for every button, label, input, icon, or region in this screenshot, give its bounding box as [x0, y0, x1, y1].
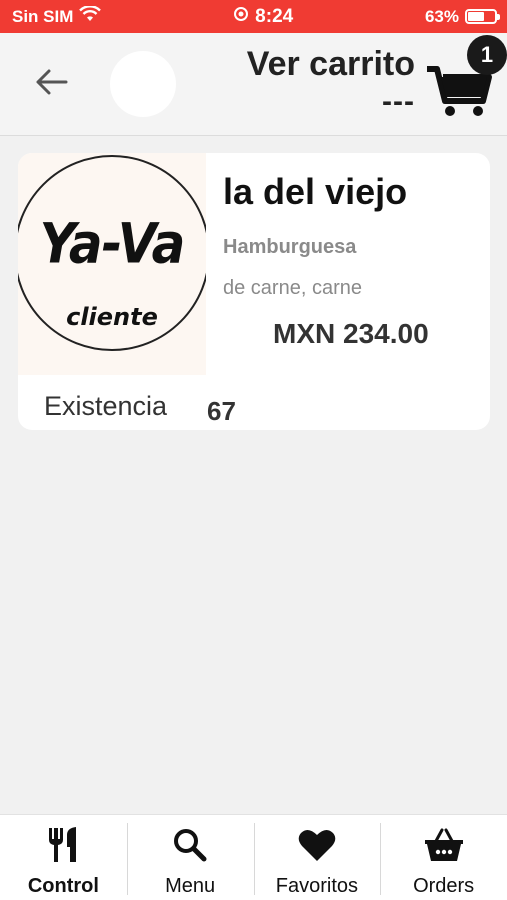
nav-item-orders[interactable]: Orders	[380, 815, 507, 900]
view-cart-title[interactable]: Ver carrito	[247, 45, 415, 84]
heart-icon	[297, 825, 337, 865]
carrier-label: Sin SIM	[12, 6, 74, 26]
cart-count-badge: 1	[467, 35, 507, 75]
utensils-icon	[43, 825, 83, 865]
status-bar: Sin SIM 8:24 63%	[0, 0, 507, 33]
search-icon	[170, 825, 210, 865]
back-button[interactable]	[30, 66, 72, 102]
product-card[interactable]: Ya-Va cliente la del viejo Hamburguesa d…	[18, 153, 490, 430]
app-header: Ver carrito --- 1	[0, 33, 507, 136]
product-description: de carne, carne	[223, 277, 362, 299]
battery-icon	[465, 9, 500, 24]
avatar	[110, 51, 176, 117]
orientation-lock-icon	[233, 6, 249, 28]
bottom-nav: Control Menu Favoritos Orders	[0, 814, 507, 900]
logo-main-text: Ya-Va	[39, 212, 186, 276]
cart-total: ---	[382, 85, 415, 118]
nav-label-orders: Orders	[413, 875, 475, 897]
nav-item-menu[interactable]: Menu	[126, 815, 254, 900]
arrow-left-icon	[34, 67, 68, 102]
product-category: Hamburguesa	[223, 236, 357, 258]
restaurant-logo: Ya-Va cliente	[18, 153, 206, 375]
logo-sub-text: cliente	[66, 303, 158, 331]
basket-icon	[424, 825, 464, 865]
nav-label-menu: Menu	[165, 875, 216, 897]
nav-label-favoritos: Favoritos	[275, 875, 358, 897]
product-price: MXN 234.00	[273, 318, 429, 349]
stock-value: 67	[207, 396, 236, 426]
nav-item-favoritos[interactable]: Favoritos	[253, 815, 381, 900]
nav-item-control[interactable]: Control	[0, 815, 127, 900]
clock-time: 8:24	[255, 5, 294, 27]
wifi-icon	[79, 5, 102, 27]
battery-percent: 63%	[424, 6, 459, 26]
stock-label: Existencia	[44, 391, 168, 421]
nav-label-control: Control	[27, 875, 99, 897]
product-name: la del viejo	[223, 171, 408, 212]
